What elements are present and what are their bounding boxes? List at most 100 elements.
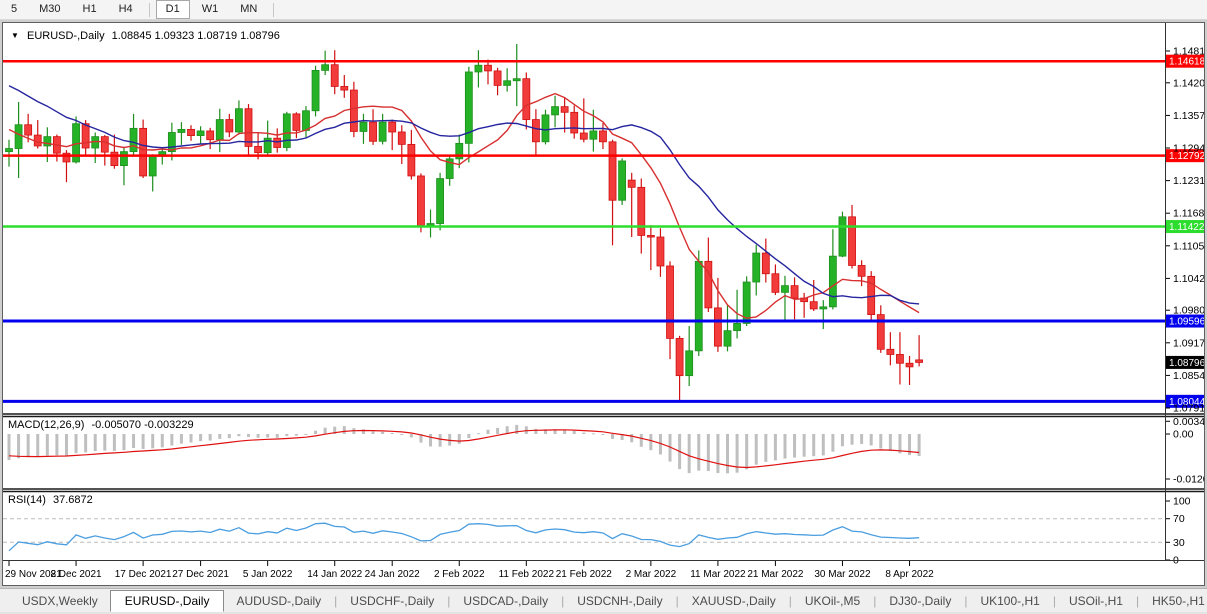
- candle-down: [341, 86, 348, 90]
- timeframe-button-d1[interactable]: D1: [156, 0, 190, 19]
- tab-xauusd-daily[interactable]: XAUUSD-,Daily: [680, 591, 788, 611]
- price-axis-label: 1.09175: [1173, 337, 1204, 349]
- macd-histogram-bar: [132, 434, 135, 448]
- tab-hk50-h1[interactable]: HK50-,H1: [1140, 591, 1207, 611]
- macd-histogram-bar: [803, 434, 806, 457]
- candle-up: [734, 323, 741, 330]
- date-axis-label: 11 Mar 2022: [690, 569, 746, 580]
- bid-price-badge-text: 1.08796: [1169, 358, 1204, 369]
- candle-down: [293, 114, 300, 131]
- macd-histogram-bar: [889, 434, 892, 451]
- tab-usdchf-daily[interactable]: USDCHF-,Daily: [338, 591, 446, 611]
- date-axis-label: 17 Dec 2021: [115, 569, 172, 580]
- macd-histogram-bar: [84, 434, 87, 452]
- date-axis-label: 8 Apr 2022: [885, 569, 934, 580]
- macd-axis-label: 0.00: [1173, 429, 1194, 441]
- macd-histogram-bar: [774, 434, 777, 460]
- timeframe-button-m30[interactable]: M30: [29, 0, 70, 19]
- candle-up: [44, 137, 51, 146]
- tab-usdcnh-daily[interactable]: USDCNH-,Daily: [565, 591, 674, 611]
- candle-down: [647, 235, 654, 237]
- macd-histogram-bar: [372, 431, 375, 434]
- timeframe-button-h1[interactable]: H1: [73, 0, 107, 19]
- candle-up: [437, 179, 444, 224]
- macd-histogram-bar: [630, 434, 633, 442]
- price-axis-label: 1.14200: [1173, 77, 1204, 89]
- price-level-badge-text: 1.14618: [1169, 57, 1204, 68]
- macd-histogram-bar: [649, 434, 652, 450]
- candle-down: [82, 124, 89, 148]
- date-axis-label: 21 Mar 2022: [747, 569, 804, 580]
- price-axis-label: 1.12310: [1173, 175, 1204, 187]
- candle-down: [274, 138, 281, 147]
- tab-usdx-weekly[interactable]: USDX,Weekly: [10, 591, 110, 611]
- tab-divider: |: [1053, 594, 1056, 608]
- candle-up: [686, 351, 693, 376]
- candle-down: [906, 363, 913, 367]
- tab-audusd-daily[interactable]: AUDUSD-,Daily: [224, 591, 333, 611]
- tab-usoil-h1[interactable]: USOil-,H1: [1057, 591, 1135, 611]
- candle-down: [714, 308, 721, 346]
- candle-down: [111, 152, 118, 165]
- tab-eurusd-daily[interactable]: EURUSD-,Daily: [110, 590, 225, 612]
- timeframe-button-5[interactable]: 5: [1, 0, 27, 19]
- macd-histogram-bar: [314, 431, 317, 434]
- candle-down: [255, 146, 262, 152]
- macd-histogram-bar: [870, 434, 873, 445]
- macd-histogram-bar: [94, 434, 97, 451]
- candle-down: [571, 112, 578, 133]
- macd-histogram-bar: [439, 434, 442, 447]
- macd-histogram-bar: [285, 434, 288, 436]
- candle-down: [916, 360, 923, 363]
- candle-down: [810, 302, 817, 309]
- macd-histogram-bar: [573, 431, 576, 434]
- chart-canvas[interactable]: 0.0034080.00-0.01205100703001.146181.127…: [3, 23, 1204, 585]
- timeframe-button-w1[interactable]: W1: [192, 0, 229, 19]
- macd-histogram-bar: [410, 434, 413, 437]
- rsi-axis-label: 30: [1173, 537, 1185, 549]
- macd-histogram-bar: [860, 434, 863, 444]
- candle-down: [331, 65, 338, 87]
- rsi-axis-label: 70: [1173, 513, 1185, 525]
- timeframe-button-mn[interactable]: MN: [230, 0, 267, 19]
- candle-down: [408, 144, 415, 176]
- macd-histogram-bar: [391, 433, 394, 434]
- macd-histogram-bar: [793, 434, 796, 458]
- price-axis-label: 1.13570: [1173, 110, 1204, 122]
- macd-histogram-bar: [27, 434, 30, 457]
- tab-ukoil-m5[interactable]: UKOil-,M5: [793, 591, 872, 611]
- candle-up: [15, 125, 22, 149]
- tab-uk100-h1[interactable]: UK100-,H1: [968, 591, 1051, 611]
- candle-up: [312, 70, 319, 110]
- candle-up: [781, 286, 788, 293]
- macd-histogram-bar: [65, 434, 68, 455]
- macd-histogram-bar: [745, 434, 748, 469]
- candle-up: [753, 253, 760, 282]
- macd-histogram-bar: [46, 434, 49, 456]
- tab-usdcad-daily[interactable]: USDCAD-,Daily: [451, 591, 560, 611]
- macd-histogram-bar: [36, 434, 39, 457]
- macd-histogram-bar: [582, 433, 585, 434]
- macd-histogram-bar: [783, 434, 786, 459]
- timeframe-button-h4[interactable]: H4: [109, 0, 143, 19]
- macd-histogram-bar: [17, 434, 20, 458]
- price-axis-label: 1.08545: [1173, 370, 1204, 382]
- macd-histogram-bar: [429, 434, 432, 446]
- toolbar-separator: [273, 3, 274, 17]
- candle-down: [599, 131, 606, 142]
- candle-down: [657, 237, 664, 266]
- candle-down: [245, 109, 252, 147]
- candle-up: [6, 149, 13, 152]
- macd-histogram-bar: [755, 434, 758, 465]
- macd-histogram-bar: [257, 434, 260, 438]
- candle-down: [609, 142, 616, 200]
- macd-histogram-bar: [209, 434, 212, 441]
- macd-histogram-bar: [55, 434, 58, 455]
- candle-down: [398, 132, 405, 144]
- price-level-badge-text: 1.09596: [1169, 317, 1204, 328]
- date-axis-label: 21 Feb 2022: [556, 569, 613, 580]
- macd-histogram-bar: [851, 434, 854, 445]
- candle-up: [590, 131, 597, 139]
- tab-dj30-daily[interactable]: DJ30-,Daily: [877, 591, 963, 611]
- macd-histogram-bar: [831, 434, 834, 452]
